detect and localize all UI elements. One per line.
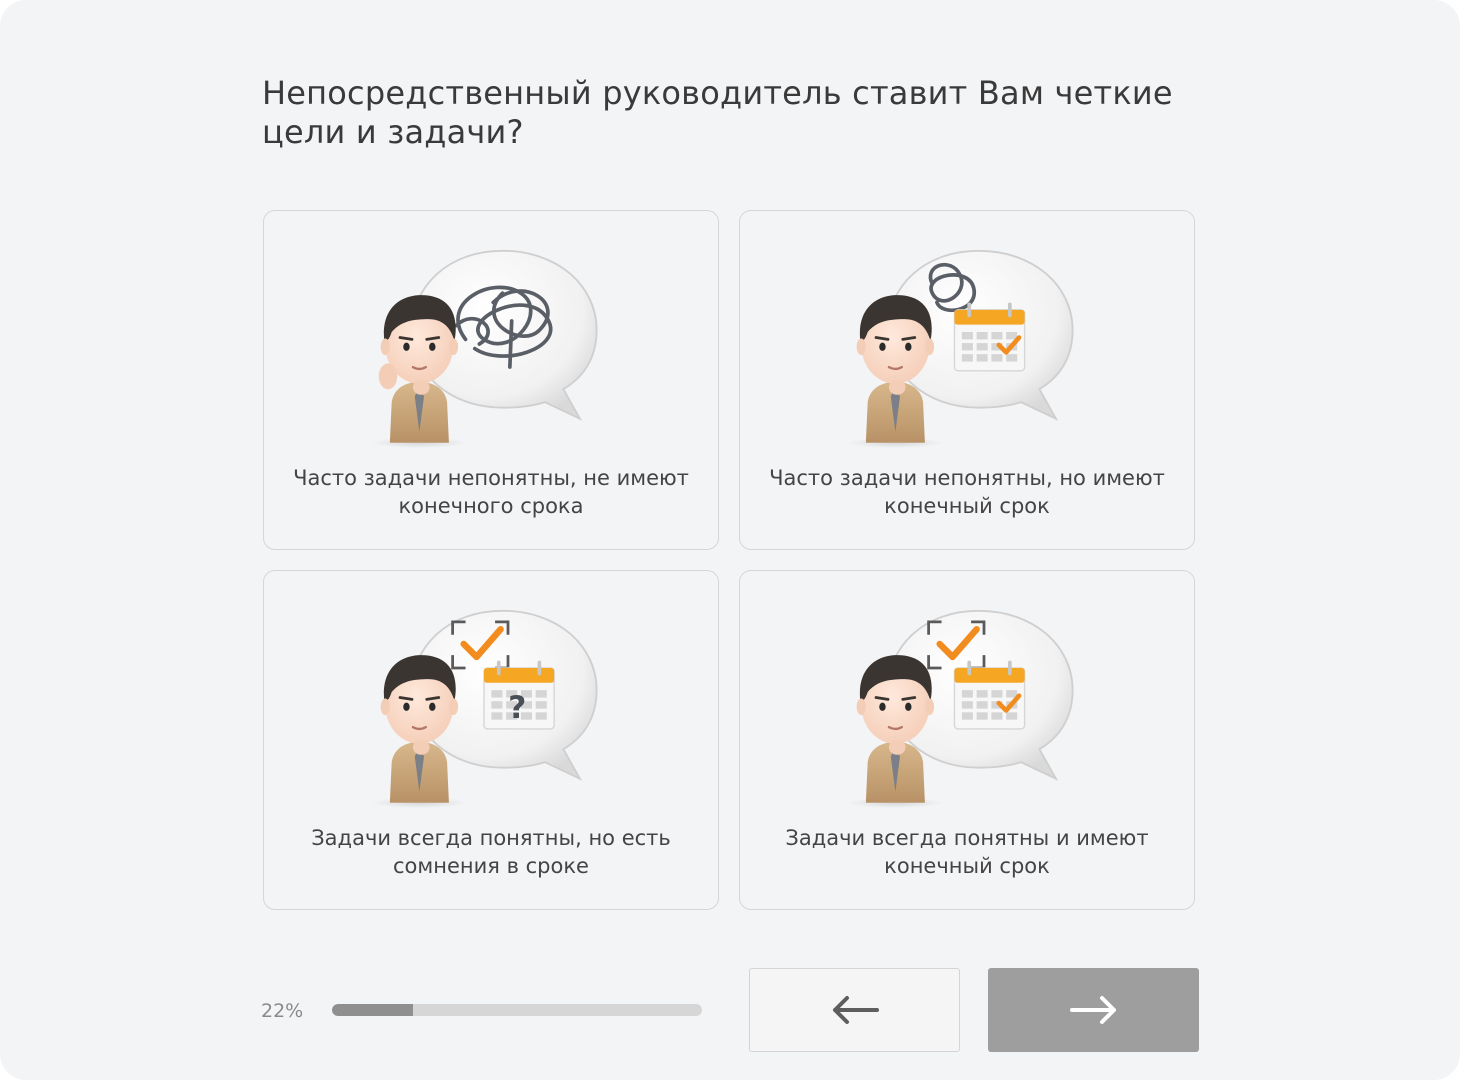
arrow-right-icon [1069, 996, 1116, 1024]
answer-option-2[interactable]: Часто задачи непонятны, но имеют конечны… [739, 210, 1195, 550]
smiling-person-checked-calendar-icon [846, 609, 1074, 810]
confused-person-scribble-icon [369, 249, 598, 450]
answer-option-label: Задачи всегда понятны и имеют конечный с… [785, 826, 1149, 878]
svg-text:?: ? [508, 690, 526, 726]
arrow-left-icon [832, 996, 879, 1024]
progress-bar [332, 1004, 702, 1016]
answer-option-label: Часто задачи непонятны, но имеют конечны… [769, 466, 1165, 518]
person-question-calendar-icon: ? [369, 609, 598, 810]
back-button[interactable] [749, 968, 960, 1052]
progress-bar-fill [332, 1004, 414, 1016]
answer-option-4[interactable]: Задачи всегда понятны и имеют конечный с… [739, 570, 1195, 910]
answer-option-label: Часто задачи непонятны, не имеют конечно… [293, 466, 689, 518]
thinking-person-calendar-icon [846, 249, 1074, 450]
answer-option-label: Задачи всегда понятны, но есть сомнения … [311, 826, 671, 878]
survey-panel: Непосредственный руководитель ставит Вам… [0, 0, 1460, 1080]
next-button[interactable] [988, 968, 1199, 1052]
question-title: Непосредственный руководитель ставит Вам… [262, 74, 1173, 151]
answer-option-1[interactable]: Часто задачи непонятны, не имеют конечно… [263, 210, 719, 550]
progress-percentage: 22% [261, 1000, 304, 1022]
answer-option-3[interactable]: ? Задачи всегда понятны, но есть сомнени… [263, 570, 719, 910]
